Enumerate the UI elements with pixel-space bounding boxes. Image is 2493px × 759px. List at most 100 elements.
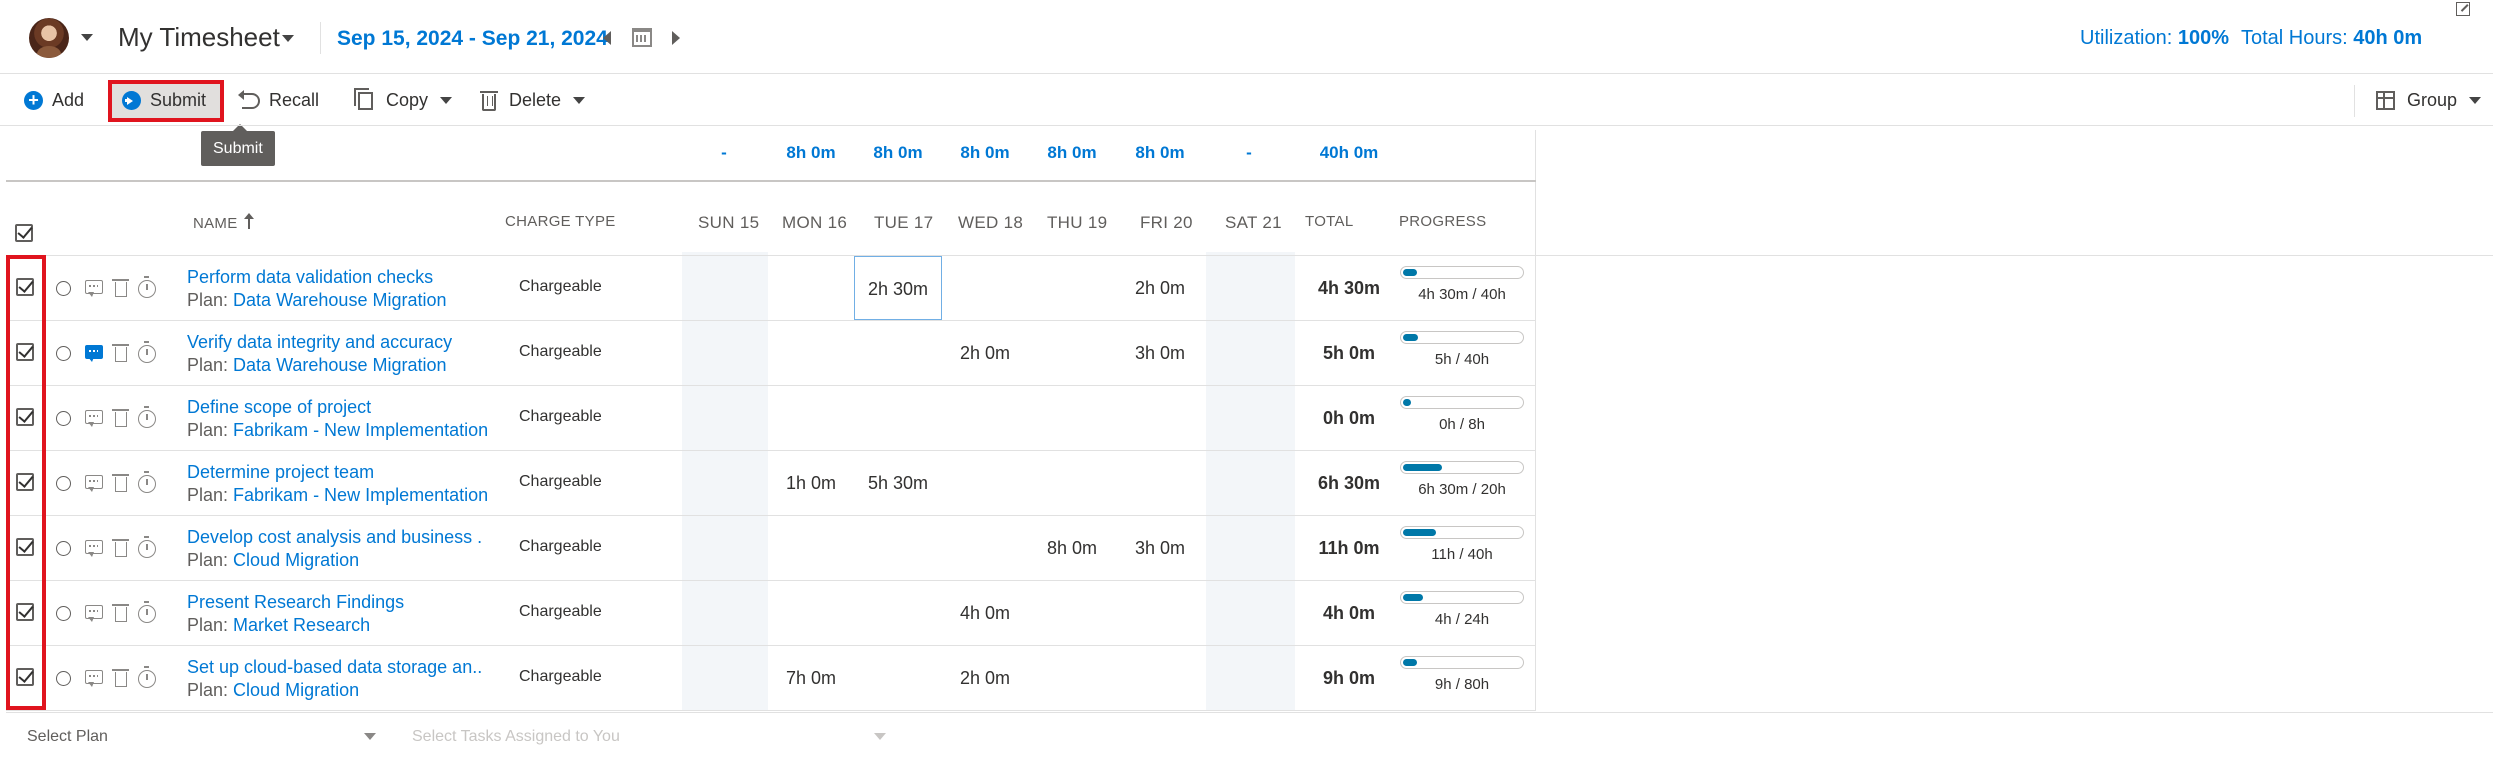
group-button[interactable]: Group <box>2370 85 2487 116</box>
hours-cell-fri[interactable]: 3h 0m <box>1116 538 1204 559</box>
task-name-link[interactable]: Perform data validation checks <box>187 267 433 288</box>
hours-cell-wed[interactable]: 2h 0m <box>941 668 1029 689</box>
table-row[interactable]: Verify data integrity and accuracy Plan: … <box>6 321 1536 386</box>
delete-row-icon[interactable] <box>112 409 129 427</box>
row-status-radio[interactable] <box>56 606 71 621</box>
row-total: 0h 0m <box>1322 408 1376 428</box>
table-row[interactable]: Set up cloud-based data storage an... Pla… <box>6 646 1536 711</box>
copy-button[interactable]: Copy <box>346 85 458 116</box>
calendar-icon[interactable] <box>632 28 652 47</box>
page-title[interactable]: My Timesheet <box>118 22 280 53</box>
comment-icon[interactable] <box>85 475 103 492</box>
task-name-link[interactable]: Set up cloud-based data storage an... <box>187 657 482 678</box>
delete-row-icon[interactable] <box>112 344 129 362</box>
progress-text: 5h / 40h <box>1434 351 1490 368</box>
charge-type[interactable]: Chargeable <box>519 343 602 361</box>
comment-icon[interactable] <box>85 345 103 362</box>
charge-type[interactable]: Chargeable <box>519 278 602 296</box>
hours-cell-tue[interactable]: 2h 30m <box>854 256 942 320</box>
row-status-radio[interactable] <box>56 476 71 491</box>
expand-icon[interactable] <box>2456 2 2470 16</box>
add-row-footer: Select Plan Select Tasks Assigned to You <box>6 712 2493 759</box>
hours-cell-thu[interactable]: 8h 0m <box>1028 538 1116 559</box>
table-row[interactable]: Develop cost analysis and business ... Pl… <box>6 516 1536 581</box>
delete-row-icon[interactable] <box>112 279 129 297</box>
comment-icon[interactable] <box>85 540 103 557</box>
column-header-tue: TUE 17 <box>874 213 934 232</box>
timer-icon[interactable] <box>138 536 156 558</box>
timer-icon[interactable] <box>138 471 156 493</box>
hours-cell-fri[interactable]: 2h 0m <box>1116 278 1204 299</box>
progress-fill <box>1403 399 1411 406</box>
row-status-radio[interactable] <box>56 281 71 296</box>
previous-week-icon[interactable] <box>603 31 611 45</box>
plan-link[interactable]: Data Warehouse Migration <box>233 290 446 310</box>
plan-prefix: Plan: <box>187 615 229 635</box>
select-tasks-dropdown[interactable]: Select Tasks Assigned to You <box>412 728 620 746</box>
task-name-link[interactable]: Determine project team <box>187 462 374 483</box>
timer-icon[interactable] <box>138 406 156 428</box>
plan-link[interactable]: Market Research <box>233 615 370 635</box>
hours-cell-fri[interactable]: 3h 0m <box>1116 343 1204 364</box>
table-row[interactable]: Define scope of project Plan: Fabrikam - … <box>6 386 1536 451</box>
table-row[interactable]: Perform data validation checks Plan: Data… <box>6 256 1536 321</box>
table-row[interactable]: Present Research Findings Plan: Market Re… <box>6 581 1536 646</box>
plan-link[interactable]: Data Warehouse Migration <box>233 355 446 375</box>
charge-type[interactable]: Chargeable <box>519 538 602 556</box>
progress-fill <box>1403 334 1418 341</box>
task-name-link[interactable]: Develop cost analysis and business ... <box>187 527 482 548</box>
select-plan-chevron-down-icon[interactable] <box>364 733 376 740</box>
column-header-total: TOTAL <box>1305 213 1354 230</box>
row-status-radio[interactable] <box>56 411 71 426</box>
delete-row-icon[interactable] <box>112 539 129 557</box>
timer-icon[interactable] <box>138 276 156 298</box>
timer-icon[interactable] <box>138 601 156 623</box>
select-all-checkbox[interactable] <box>15 224 33 242</box>
charge-type[interactable]: Chargeable <box>519 473 602 491</box>
progress-bar <box>1400 526 1524 539</box>
hours-cell-mon[interactable]: 1h 0m <box>767 473 855 494</box>
select-tasks-chevron-down-icon[interactable] <box>874 733 886 740</box>
task-name-link[interactable]: Define scope of project <box>187 397 371 418</box>
comment-icon[interactable] <box>85 280 103 297</box>
date-range[interactable]: Sep 15, 2024 - Sep 21, 2024 <box>337 27 608 51</box>
delete-row-icon[interactable] <box>112 604 129 622</box>
add-button[interactable]: + Add <box>18 85 90 116</box>
table-row[interactable]: Determine project team Plan: Fabrikam - N… <box>6 451 1536 516</box>
recall-button[interactable]: Recall <box>236 85 325 116</box>
delete-row-icon[interactable] <box>112 474 129 492</box>
delete-row-icon[interactable] <box>112 669 129 687</box>
comment-icon[interactable] <box>85 670 103 687</box>
comment-icon[interactable] <box>85 410 103 427</box>
plan-link[interactable]: Cloud Migration <box>233 550 359 570</box>
progress-text: 4h 30m / 40h <box>1418 286 1506 303</box>
timer-icon[interactable] <box>138 341 156 363</box>
column-header-charge-type[interactable]: CHARGE TYPE <box>505 213 616 230</box>
comment-icon[interactable] <box>85 605 103 622</box>
row-status-radio[interactable] <box>56 671 71 686</box>
hours-cell-wed[interactable]: 4h 0m <box>941 603 1029 624</box>
charge-type[interactable]: Chargeable <box>519 668 602 686</box>
charge-type[interactable]: Chargeable <box>519 408 602 426</box>
next-week-icon[interactable] <box>672 31 680 45</box>
select-plan-dropdown[interactable]: Select Plan <box>27 728 108 746</box>
title-chevron-down-icon[interactable] <box>282 35 294 42</box>
plan-link[interactable]: Fabrikam - New Implementation <box>233 485 488 505</box>
timer-icon[interactable] <box>138 666 156 688</box>
utilization: Utilization: 100% <box>2080 27 2229 50</box>
avatar[interactable] <box>29 18 69 58</box>
delete-button[interactable]: Delete <box>472 85 591 116</box>
submit-button[interactable]: Submit <box>116 85 212 116</box>
charge-type[interactable]: Chargeable <box>519 603 602 621</box>
row-status-radio[interactable] <box>56 346 71 361</box>
plan-link[interactable]: Cloud Migration <box>233 680 359 700</box>
column-header-name[interactable]: NAME <box>193 213 254 232</box>
hours-cell-mon[interactable]: 7h 0m <box>767 668 855 689</box>
hours-cell-tue[interactable]: 5h 30m <box>854 473 942 494</box>
avatar-chevron-down-icon[interactable] <box>81 34 93 41</box>
plan-link[interactable]: Fabrikam - New Implementation <box>233 420 488 440</box>
task-name-link[interactable]: Present Research Findings <box>187 592 404 613</box>
task-name-link[interactable]: Verify data integrity and accuracy <box>187 332 452 353</box>
row-status-radio[interactable] <box>56 541 71 556</box>
hours-cell-wed[interactable]: 2h 0m <box>941 343 1029 364</box>
